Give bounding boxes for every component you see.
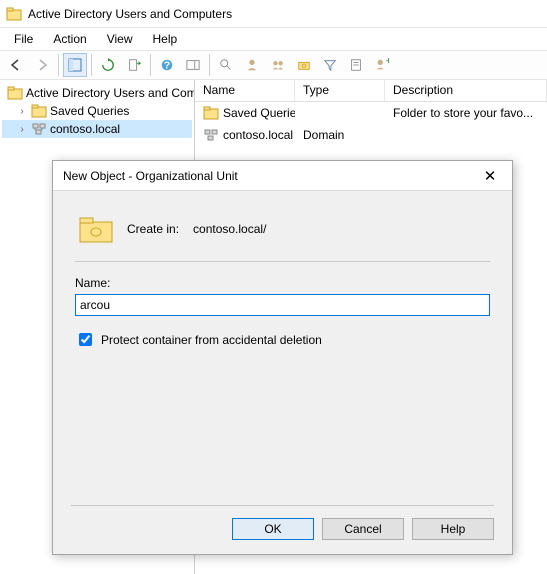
- cell-type: [295, 104, 385, 122]
- help-button[interactable]: Help: [412, 518, 494, 540]
- divider: [75, 261, 490, 262]
- menu-file[interactable]: File: [6, 30, 41, 48]
- group-icon-button[interactable]: [266, 53, 290, 77]
- create-in-path: contoso.local/: [193, 222, 266, 236]
- col-type[interactable]: Type: [295, 80, 385, 101]
- filter-button[interactable]: [318, 53, 342, 77]
- properties-button[interactable]: [344, 53, 368, 77]
- cell-name: Saved Queries: [223, 106, 295, 120]
- separator: [209, 54, 210, 76]
- close-button[interactable]: ✕: [478, 167, 502, 185]
- ou-icon-button[interactable]: [292, 53, 316, 77]
- separator: [91, 54, 92, 76]
- titlebar: Active Directory Users and Computers: [0, 0, 547, 28]
- svg-text:+: +: [386, 58, 390, 67]
- cell-desc: [385, 126, 547, 144]
- ok-button[interactable]: OK: [232, 518, 314, 540]
- name-input[interactable]: [75, 294, 490, 316]
- folder-icon: [203, 105, 219, 121]
- list-body: Saved Queries Folder to store your favo.…: [195, 102, 547, 146]
- separator: [58, 54, 59, 76]
- app-icon: [6, 6, 22, 22]
- tree-root-label: Active Directory Users and Com: [26, 86, 195, 100]
- name-label: Name:: [75, 276, 490, 290]
- domain-icon: [31, 121, 47, 137]
- dialog-titlebar: New Object - Organizational Unit ✕: [53, 161, 512, 191]
- menubar: File Action View Help: [0, 28, 547, 50]
- export-button[interactable]: [122, 53, 146, 77]
- list-item[interactable]: contoso.local Domain: [195, 124, 547, 146]
- col-name[interactable]: Name: [195, 80, 295, 101]
- forward-button[interactable]: [30, 53, 54, 77]
- window-title: Active Directory Users and Computers: [28, 7, 232, 21]
- action-pane-button[interactable]: [181, 53, 205, 77]
- protect-checkbox[interactable]: [79, 333, 92, 346]
- list-item[interactable]: Saved Queries Folder to store your favo.…: [195, 102, 547, 124]
- tree-root[interactable]: Active Directory Users and Com: [2, 84, 192, 102]
- ou-large-icon: [79, 215, 113, 243]
- refresh-button[interactable]: [96, 53, 120, 77]
- add-user-button[interactable]: +: [370, 53, 394, 77]
- show-hide-tree-button[interactable]: [63, 53, 87, 77]
- folder-icon: [31, 103, 47, 119]
- separator: [150, 54, 151, 76]
- svg-text:?: ?: [164, 60, 170, 72]
- tree-item-label: contoso.local: [50, 122, 120, 136]
- user-icon-button[interactable]: [240, 53, 264, 77]
- expand-icon[interactable]: ›: [16, 106, 28, 117]
- tree-saved-queries[interactable]: › Saved Queries: [2, 102, 192, 120]
- tree-item-label: Saved Queries: [50, 104, 129, 118]
- list-header: Name Type Description: [195, 80, 547, 102]
- menu-help[interactable]: Help: [145, 30, 186, 48]
- help-button[interactable]: ?: [155, 53, 179, 77]
- cell-type: Domain: [295, 126, 385, 144]
- expand-icon[interactable]: ›: [16, 124, 28, 135]
- folder-icon: [7, 85, 23, 101]
- divider: [71, 505, 494, 506]
- find-button[interactable]: [214, 53, 238, 77]
- new-ou-dialog: New Object - Organizational Unit ✕ Creat…: [52, 160, 513, 555]
- toolbar: ? +: [0, 50, 547, 80]
- back-button[interactable]: [4, 53, 28, 77]
- create-in-label: Create in:: [127, 222, 179, 236]
- protect-label: Protect container from accidental deleti…: [101, 333, 322, 347]
- domain-icon: [203, 127, 219, 143]
- menu-action[interactable]: Action: [45, 30, 94, 48]
- menu-view[interactable]: View: [99, 30, 141, 48]
- col-description[interactable]: Description: [385, 80, 547, 101]
- cell-desc: Folder to store your favo...: [385, 104, 547, 122]
- cancel-button[interactable]: Cancel: [322, 518, 404, 540]
- cell-name: contoso.local: [223, 128, 293, 142]
- dialog-title: New Object - Organizational Unit: [63, 169, 478, 183]
- tree-domain[interactable]: › contoso.local: [2, 120, 192, 138]
